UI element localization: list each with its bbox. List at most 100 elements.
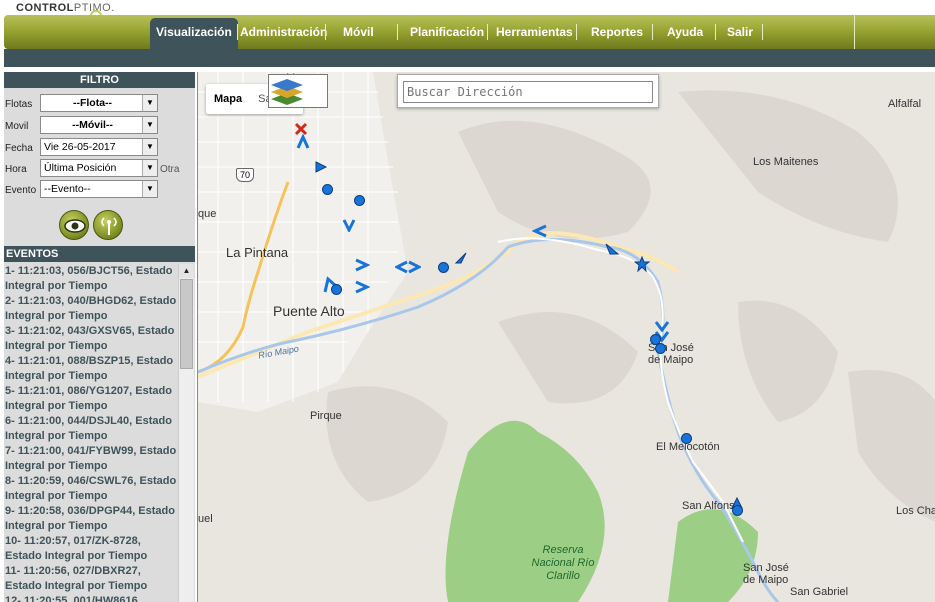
app-root: CONTROLPTIMO. Visualización Administraci… <box>0 0 935 602</box>
eye-icon <box>64 219 86 233</box>
chevron-down-icon: ▼ <box>142 95 157 111</box>
signal-button[interactable] <box>93 210 123 240</box>
vehicle-arrow-icon[interactable] <box>313 159 329 175</box>
list-item[interactable]: 5- 11:21:01, 086/YG1207, Estado Integral… <box>4 384 178 414</box>
list-item[interactable]: 4- 11:21:01, 088/BSZP15, Estado Integral… <box>4 354 178 384</box>
scroll-thumb[interactable] <box>180 279 193 369</box>
chevron-down-icon: ▼ <box>142 139 157 155</box>
layers-icon[interactable] <box>268 74 328 108</box>
chevron-down-icon: ▼ <box>142 160 157 176</box>
movil-value: --Móvil-- <box>72 119 113 131</box>
flotas-label: Flotas <box>5 99 33 110</box>
search-panel <box>397 74 659 108</box>
flotas-value: --Flota-- <box>72 97 113 109</box>
list-item[interactable]: 1- 11:21:03, 056/BJCT56, Estado Integral… <box>4 264 178 294</box>
movil-select[interactable]: --Móvil-- ▼ <box>40 116 158 134</box>
vehicle-arrow-icon[interactable] <box>604 242 620 256</box>
nav-ayuda[interactable]: Ayuda <box>661 15 709 49</box>
nav-separator <box>715 24 716 40</box>
main-nav: Visualización Administración Móvil Plani… <box>4 15 935 49</box>
scroll-up-icon[interactable]: ▲ <box>179 264 194 278</box>
vehicle-arrow-icon[interactable] <box>453 250 469 266</box>
list-item[interactable]: 6- 11:21:00, 044/DSJL40, Estado Integral… <box>4 414 178 444</box>
fecha-label: Fecha <box>5 143 33 154</box>
signal-icon <box>101 217 117 235</box>
list-item[interactable]: 7- 11:21:00, 041/FYBW99, Estado Integral… <box>4 444 178 474</box>
vehicle-dot-icon[interactable] <box>681 433 692 444</box>
map-background <box>198 72 935 602</box>
evento-label: Evento <box>5 185 37 196</box>
nav-separator <box>397 24 398 40</box>
nav-separator <box>576 24 577 40</box>
map-type-map[interactable]: Mapa <box>206 84 250 114</box>
list-item[interactable]: 8- 11:20:59, 046/CSWL76, Estado Integral… <box>4 474 178 504</box>
subnav-bar <box>4 49 935 67</box>
nav-visualizacion[interactable]: Visualización <box>150 18 238 49</box>
map-label-que: que <box>198 208 217 220</box>
filter-row-fecha: Fecha Vie 26-05-2017 ▼ <box>4 138 195 158</box>
filter-title: FILTRO <box>4 72 195 88</box>
nav-reportes[interactable]: Reportes <box>585 15 649 49</box>
hora-value: Última Posición <box>44 162 117 174</box>
nav-separator <box>325 24 326 40</box>
vehicle-arrow-icon[interactable] <box>342 218 356 232</box>
map-label-pirque: Pirque <box>310 410 342 422</box>
route-shield: 70 <box>236 168 254 182</box>
view-button[interactable] <box>59 210 89 240</box>
flotas-select[interactable]: --Flota-- ▼ <box>40 94 158 112</box>
vehicle-star-icon[interactable] <box>634 256 650 272</box>
chevron-down-icon: ▼ <box>142 181 157 197</box>
evento-select[interactable]: --Evento-- ▼ <box>40 180 158 198</box>
list-item[interactable]: 10- 11:20:57, 017/ZK-8728, Estado Integr… <box>4 534 178 564</box>
list-item[interactable]: 12- 11:20:55, 001/HW8616, Estado Integra… <box>4 594 178 602</box>
map-label-los-cha: Los Cha <box>896 505 935 517</box>
hora-select[interactable]: Última Posición ▼ <box>40 159 158 177</box>
events-scrollbar[interactable]: ▲ <box>178 264 194 602</box>
vehicle-arrow-icon[interactable] <box>354 280 370 294</box>
vehicle-dot-icon[interactable] <box>655 343 666 354</box>
map-label-reserva: Reserva Nacional Río Clarillo <box>531 544 595 582</box>
events-title: EVENTOS <box>4 246 195 262</box>
movil-label: Movil <box>5 121 29 132</box>
vehicle-arrow-icon[interactable] <box>354 258 370 272</box>
nav-planificacion[interactable]: Planificación <box>404 15 490 49</box>
chevron-down-icon: ▼ <box>142 117 157 133</box>
evento-value: --Evento-- <box>44 183 91 195</box>
map-canvas[interactable]: M Alfalfal Los Maitenes que La Pintana P… <box>197 72 935 602</box>
search-input[interactable] <box>403 81 653 103</box>
filter-row-movil: Movil --Móvil-- ▼ <box>4 116 195 136</box>
vehicle-dot-icon[interactable] <box>354 195 365 206</box>
nav-separator <box>652 24 653 40</box>
hora-label: Hora <box>5 164 27 175</box>
nav-salir[interactable]: Salir <box>721 15 759 49</box>
filter-row-evento: Evento --Evento-- ▼ <box>4 180 195 200</box>
vehicle-arrow-icon[interactable] <box>296 134 310 150</box>
map-label-san-jose-2: San José de Maipo <box>743 562 789 586</box>
nav-movil[interactable]: Móvil <box>337 15 380 49</box>
vehicle-dot-icon[interactable] <box>438 262 449 273</box>
map-label-los-maitenes: Los Maitenes <box>753 156 819 168</box>
vehicle-arrow-icon[interactable] <box>532 224 548 238</box>
nav-separator <box>854 15 855 49</box>
nav-separator <box>762 24 763 40</box>
nav-administracion[interactable]: Administración <box>234 15 333 49</box>
nav-separator <box>487 24 488 40</box>
list-item[interactable]: 11- 11:20:56, 027/DBXR27, Estado Integra… <box>4 564 178 594</box>
layers-graphic <box>271 79 303 105</box>
otra-link[interactable]: Otra <box>160 164 179 175</box>
events-list: 1- 11:21:03, 056/BJCT56, Estado Integral… <box>4 264 178 602</box>
map-label-la-pintana: La Pintana <box>226 245 289 260</box>
vehicle-dot-icon[interactable] <box>322 184 333 195</box>
list-item[interactable]: 9- 11:20:58, 036/DPGP44, Estado Integral… <box>4 504 178 534</box>
vehicle-dot-icon[interactable] <box>732 505 743 516</box>
filter-row-hora: Hora Última Posición ▼ Otra <box>4 159 195 179</box>
vehicle-arrow-icon[interactable] <box>395 260 421 274</box>
map-label-puente-alto: Puente Alto <box>273 303 345 319</box>
list-item[interactable]: 2- 11:21:03, 040/BHGD62, Estado Integral… <box>4 294 178 324</box>
map-label-uel: uel <box>198 513 213 525</box>
nav-herramientas[interactable]: Herramientas <box>490 15 579 49</box>
map-label-san-gabriel: San Gabriel <box>790 586 849 598</box>
fecha-select[interactable]: Vie 26-05-2017 ▼ <box>40 138 158 156</box>
list-item[interactable]: 3- 11:21:02, 043/GXSV65, Estado Integral… <box>4 324 178 354</box>
vehicle-dot-icon[interactable] <box>331 284 342 295</box>
